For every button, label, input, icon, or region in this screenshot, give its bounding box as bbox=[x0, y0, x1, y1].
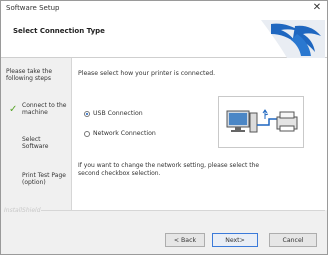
setup-window: Software Setup ✕ Select Connection Type … bbox=[0, 0, 328, 255]
network-note: If you want to change the network settin… bbox=[78, 162, 260, 177]
next-button[interactable]: Next> bbox=[212, 233, 258, 247]
connection-prompt: Please select how your printer is connec… bbox=[78, 70, 216, 77]
page-title: Select Connection Type bbox=[13, 27, 105, 35]
network-radio-label[interactable]: Network Connection bbox=[93, 130, 156, 137]
usb-radio-label[interactable]: USB Connection bbox=[93, 110, 143, 117]
network-connection-option[interactable]: Network Connection bbox=[84, 130, 156, 137]
step-connect: Connect to the machine bbox=[22, 102, 67, 116]
title-bar: Software Setup ✕ bbox=[1, 1, 327, 17]
usb-radio[interactable] bbox=[84, 110, 90, 117]
usb-connection-option[interactable]: USB Connection bbox=[84, 110, 143, 117]
window-title: Software Setup bbox=[6, 4, 60, 12]
wizard-header: Select Connection Type bbox=[1, 17, 327, 58]
brand-wave-logo-icon bbox=[261, 20, 325, 58]
cancel-button[interactable]: Cancel bbox=[269, 233, 317, 247]
network-radio[interactable] bbox=[84, 130, 90, 137]
back-button[interactable]: < Back bbox=[165, 233, 205, 247]
main-panel: Please select how your printer is connec… bbox=[72, 58, 327, 210]
installshield-brand: InstallShield bbox=[4, 207, 41, 214]
step-select-software: Select Software bbox=[22, 136, 49, 150]
step-print-test-page: Print Test Page (option) bbox=[22, 172, 66, 186]
close-icon[interactable]: ✕ bbox=[311, 2, 323, 14]
pc-usb-printer-icon bbox=[218, 96, 304, 148]
footer-divider bbox=[41, 210, 325, 211]
steps-sidebar: Please take the following steps ✓ Connec… bbox=[1, 58, 72, 210]
steps-heading: Please take the following steps bbox=[6, 68, 53, 82]
wizard-footer: InstallShield < Back Next> Cancel bbox=[1, 207, 327, 254]
check-icon: ✓ bbox=[9, 104, 18, 115]
